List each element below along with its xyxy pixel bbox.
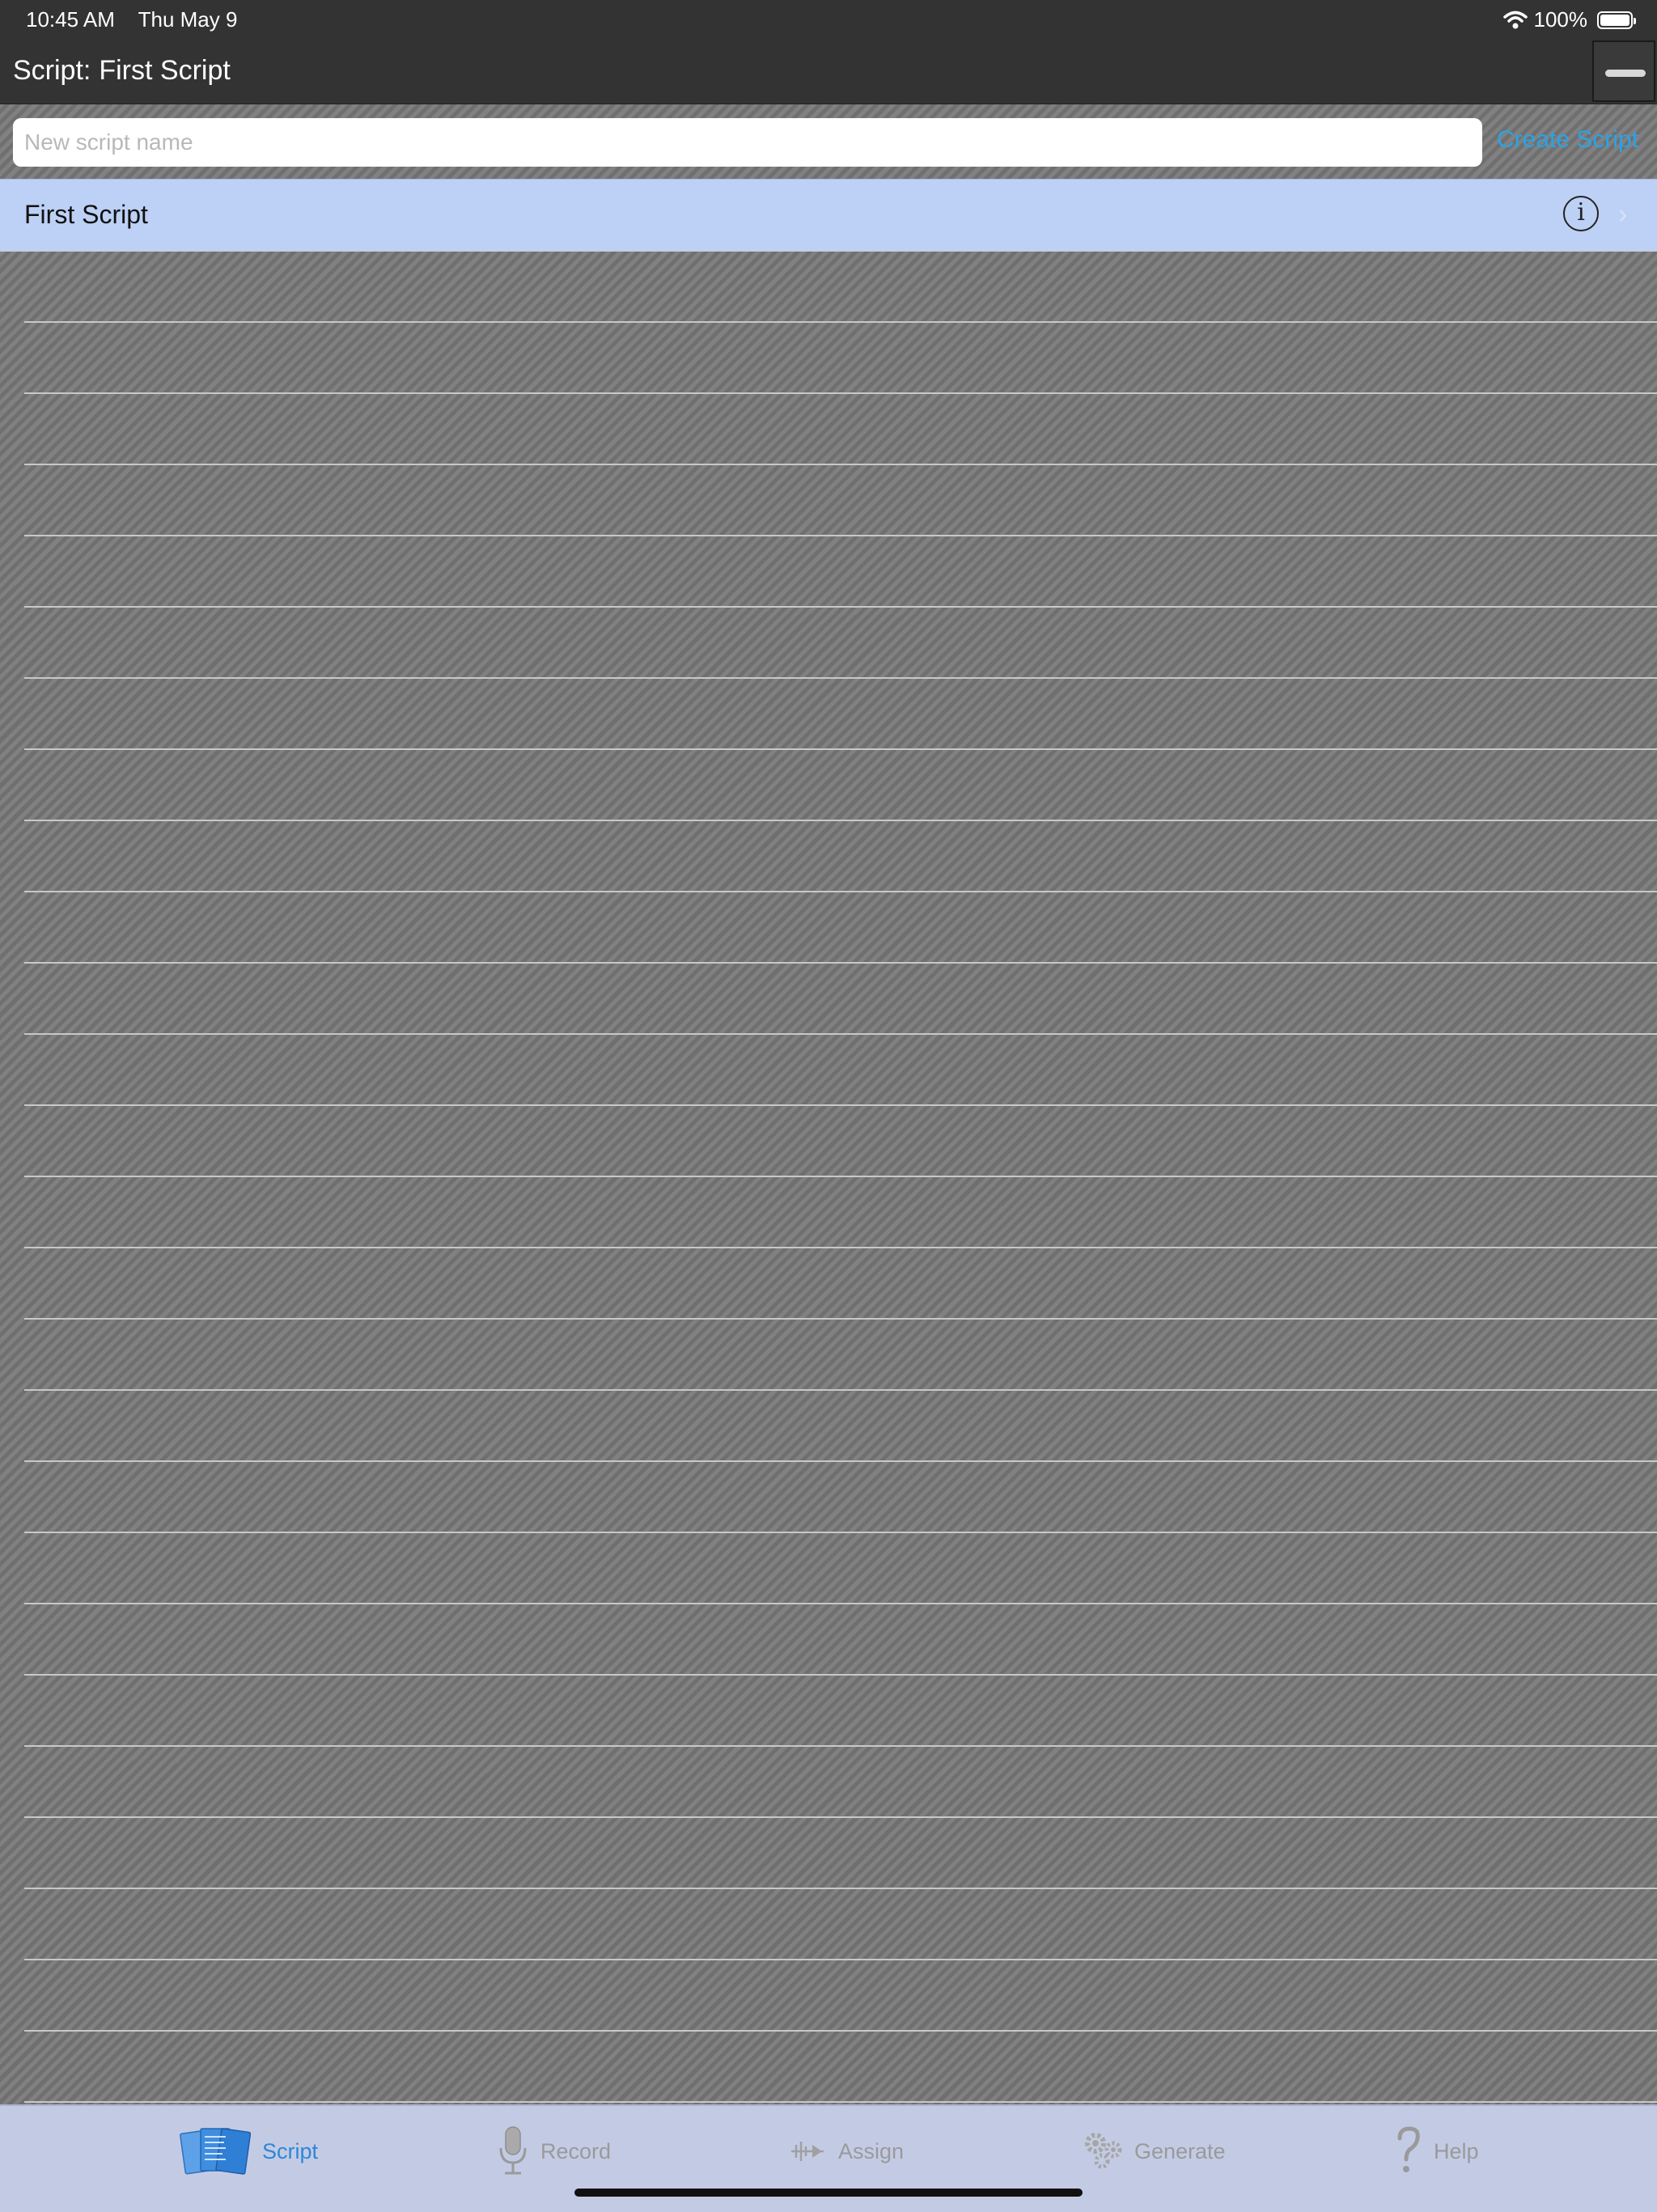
battery-icon xyxy=(1597,11,1636,29)
script-pages-icon xyxy=(180,2125,251,2177)
tab-script[interactable]: Script xyxy=(180,2125,318,2177)
status-time: 10:45 AM xyxy=(26,7,115,32)
empty-table-rows xyxy=(0,250,1657,2103)
wifi-icon xyxy=(1502,11,1528,28)
row-separator xyxy=(24,1104,1657,1106)
script-list-item[interactable]: First Script i › xyxy=(0,179,1657,252)
tab-record-label: Record xyxy=(540,2138,612,2163)
row-separator xyxy=(24,606,1657,608)
row-separator xyxy=(24,2030,1657,2032)
row-separator xyxy=(24,1318,1657,1320)
nav-bar: Script: First Script xyxy=(0,37,1657,104)
tab-assign[interactable]: Assign xyxy=(788,2125,904,2177)
row-separator xyxy=(24,1532,1657,1533)
row-separator xyxy=(24,1033,1657,1035)
home-indicator[interactable] xyxy=(574,2189,1083,2197)
minus-icon xyxy=(1605,70,1646,77)
status-right: 100% xyxy=(1502,7,1636,32)
tab-generate-label: Generate xyxy=(1134,2138,1226,2163)
status-left: 10:45 AM Thu May 9 xyxy=(26,7,255,32)
row-separator xyxy=(24,321,1657,323)
status-date: Thu May 9 xyxy=(138,7,238,32)
row-separator xyxy=(24,1603,1657,1604)
microphone-icon xyxy=(497,2125,529,2177)
waveform-arrow-icon xyxy=(788,2125,827,2177)
row-separator xyxy=(24,962,1657,964)
tab-generate[interactable]: Generate xyxy=(1083,2125,1226,2177)
tab-assign-label: Assign xyxy=(838,2138,905,2163)
tab-help[interactable]: Help xyxy=(1393,2125,1479,2177)
page-title-label: Script: xyxy=(13,55,91,86)
row-separator xyxy=(24,1745,1657,1747)
row-separator xyxy=(24,748,1657,750)
page-title-script-name: First Script xyxy=(99,55,231,86)
info-icon[interactable]: i xyxy=(1563,196,1599,231)
chevron-right-icon: › xyxy=(1618,199,1628,230)
row-separator xyxy=(24,1460,1657,1462)
row-separator xyxy=(24,820,1657,821)
row-separator xyxy=(24,535,1657,536)
row-separator xyxy=(24,464,1657,465)
question-mark-icon xyxy=(1393,2125,1422,2177)
menu-button[interactable] xyxy=(1592,40,1655,102)
row-separator xyxy=(24,2101,1657,2103)
row-separator xyxy=(24,1959,1657,1960)
row-separator xyxy=(24,1247,1657,1248)
page-title: Script: First Script xyxy=(13,55,231,87)
gears-icon xyxy=(1083,2125,1123,2177)
script-list-item-label: First Script xyxy=(24,200,148,229)
tab-script-label: Script xyxy=(262,2138,319,2163)
row-separator xyxy=(24,1888,1657,1889)
row-separator xyxy=(24,1389,1657,1391)
row-separator xyxy=(24,1674,1657,1676)
row-separator xyxy=(24,891,1657,892)
status-bar: 10:45 AM Thu May 9 100% xyxy=(0,0,1657,37)
row-separator xyxy=(24,1176,1657,1177)
new-script-name-input[interactable] xyxy=(13,118,1482,167)
row-separator xyxy=(24,1816,1657,1818)
row-separator xyxy=(24,392,1657,394)
tab-record[interactable]: Record xyxy=(497,2125,611,2177)
tab-help-label: Help xyxy=(1434,2138,1479,2163)
create-script-button[interactable]: Create Script xyxy=(1497,126,1638,154)
row-separator xyxy=(24,677,1657,679)
battery-percent: 100% xyxy=(1533,7,1588,32)
